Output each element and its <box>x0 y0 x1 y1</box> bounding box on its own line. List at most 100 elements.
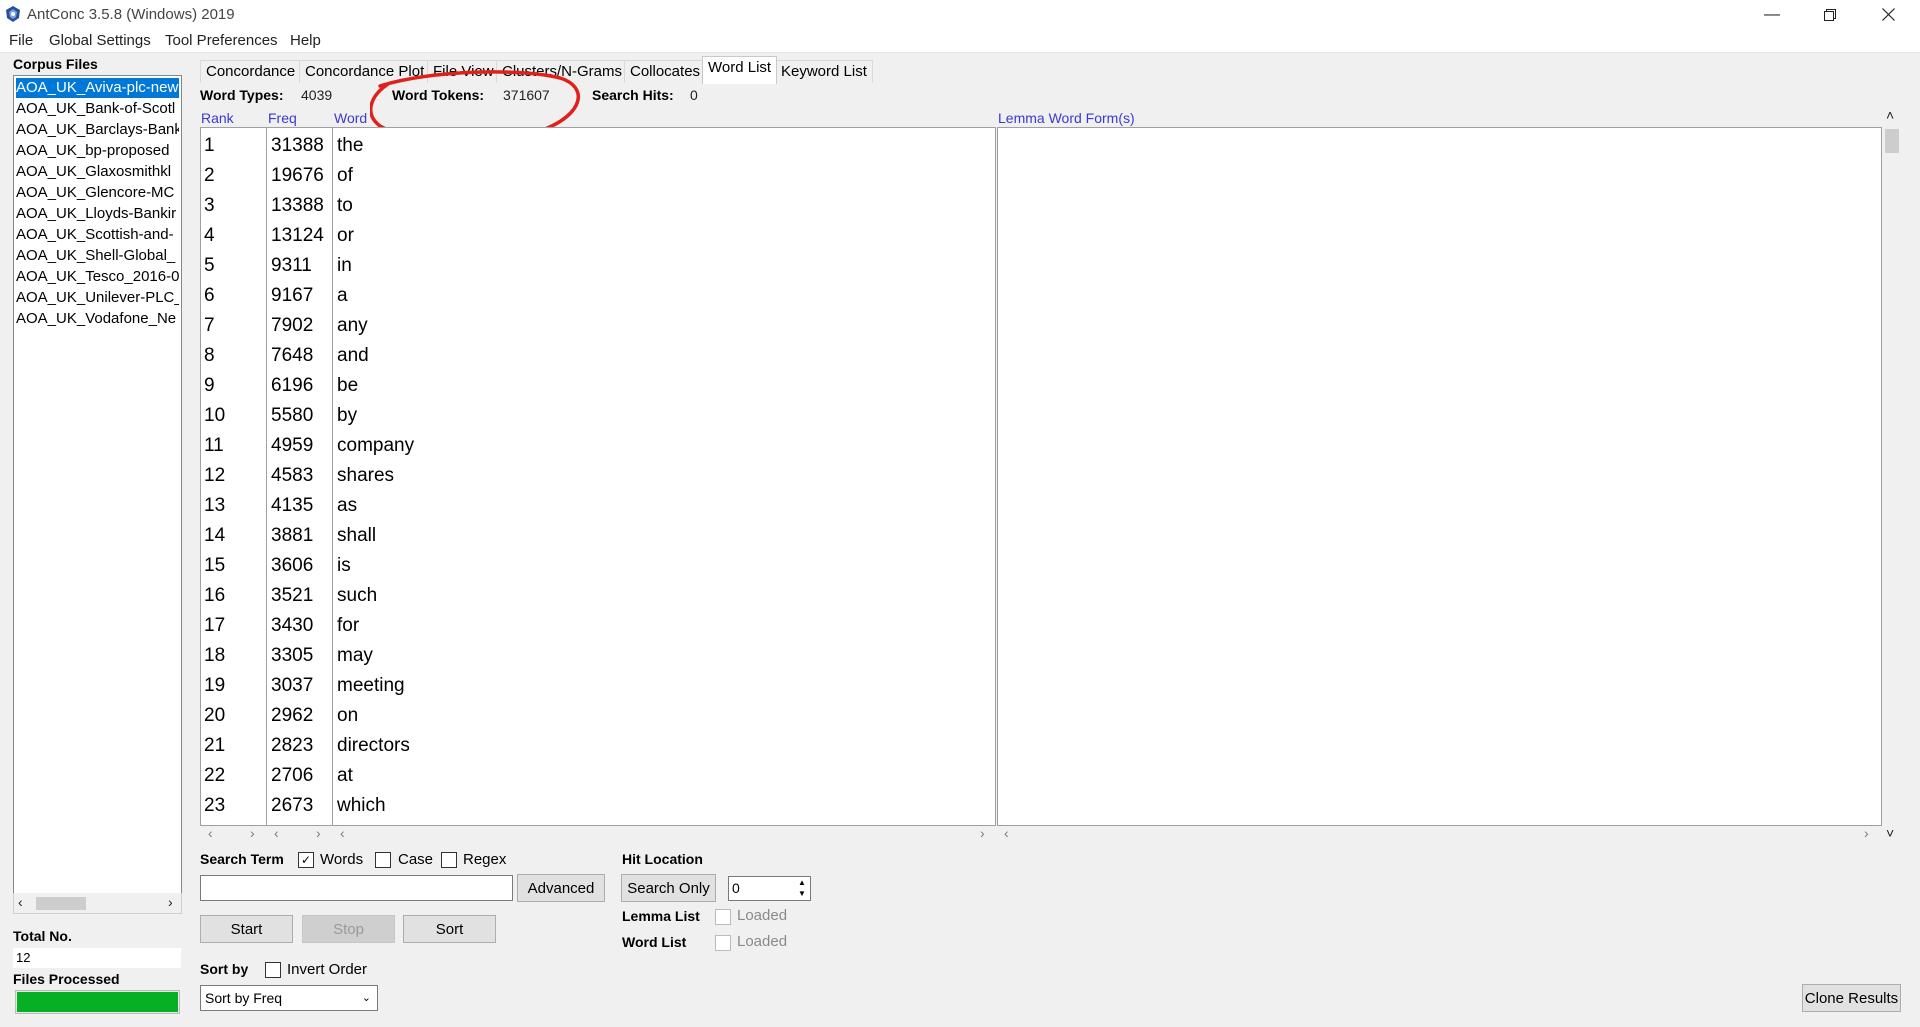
word-list-loaded-label: Loaded <box>737 933 788 950</box>
spin-up-icon[interactable]: ▲ <box>795 877 809 888</box>
search-term-input[interactable] <box>200 875 513 901</box>
lemma-scroll-left-icon[interactable]: ‹ <box>1004 825 1009 841</box>
clone-results-button[interactable]: Clone Results <box>1802 984 1901 1012</box>
word-list-row[interactable]: 9 6196 be <box>201 371 991 401</box>
word-list-word-cell: may <box>337 645 373 666</box>
word-list-row[interactable]: 19 3037 meeting <box>201 671 991 701</box>
restore-button[interactable] <box>1801 0 1859 29</box>
word-list-row[interactable]: 10 5580 by <box>201 401 991 431</box>
close-button[interactable] <box>1859 0 1917 29</box>
menu-help[interactable]: Help <box>290 32 321 49</box>
word-list-freq-cell: 7902 <box>271 315 314 336</box>
scroll-up-icon[interactable]: ˄ <box>1886 107 1894 123</box>
word-list-row[interactable]: 18 3305 may <box>201 641 991 671</box>
rank-scroll-right-icon[interactable]: › <box>250 825 255 841</box>
scroll-right-icon[interactable]: › <box>168 894 173 910</box>
word-list-freq-cell: 3037 <box>271 675 314 696</box>
freq-scroll-right-icon[interactable]: › <box>316 825 321 841</box>
search-only-button[interactable]: Search Only <box>621 874 716 902</box>
invert-order-checkbox[interactable] <box>265 962 281 978</box>
word-list-row[interactable]: 13 4135 as <box>201 491 991 521</box>
word-list-results[interactable]: 1 31388 the 2 19676 of 3 13388 to 4 13124 or 5 9311 in… <box>200 127 996 826</box>
tab-word-list[interactable]: Word List <box>702 56 778 84</box>
stop-button[interactable]: Stop <box>302 915 395 943</box>
hit-location-spinner[interactable]: ▲ ▼ <box>795 877 809 899</box>
word-list-row[interactable]: 7 7902 any <box>201 311 991 341</box>
lemma-list-loaded-checkbox[interactable] <box>715 909 731 925</box>
word-list-freq-cell: 19676 <box>271 165 324 186</box>
word-list-rank-cell: 4 <box>204 225 215 246</box>
corpus-file-item[interactable]: AOA_UK_Glencore-MC <box>16 183 179 203</box>
word-list-row[interactable]: 14 3881 shall <box>201 521 991 551</box>
case-checkbox[interactable] <box>375 852 391 868</box>
corpus-file-item[interactable]: AOA_UK_Vodafone_Ne <box>16 309 179 329</box>
scroll-left-icon[interactable]: ‹ <box>18 894 23 910</box>
corpus-file-item[interactable]: AOA_UK_Tesco_2016-0 <box>16 267 179 287</box>
word-scroll-left-icon[interactable]: ‹ <box>340 825 345 841</box>
tab-collocates[interactable]: Collocates <box>624 60 707 83</box>
word-list-row[interactable]: 8 7648 and <box>201 341 991 371</box>
word-list-row[interactable]: 2 19676 of <box>201 161 991 191</box>
invert-order-label: Invert Order <box>287 961 368 978</box>
word-list-row[interactable]: 15 3606 is <box>201 551 991 581</box>
corpus-file-item[interactable]: AOA_UK_Shell-Global_ <box>16 246 179 266</box>
word-list-row[interactable]: 11 4959 company <box>201 431 991 461</box>
lemma-column-header[interactable]: Lemma Word Form(s) <box>998 110 1135 126</box>
corpus-files-title: Corpus Files <box>13 56 98 72</box>
word-list-word-cell: directors <box>337 735 410 756</box>
freq-column-header[interactable]: Freq <box>268 110 297 126</box>
word-list-row[interactable]: 5 9311 in <box>201 251 991 281</box>
word-column-header[interactable]: Word <box>334 110 367 126</box>
lemma-scroll-right-icon[interactable]: › <box>1864 825 1869 841</box>
words-checkbox[interactable]: ✓ <box>298 852 314 868</box>
scroll-down-icon[interactable]: ˅ <box>1886 825 1894 841</box>
word-list-loaded-checkbox[interactable] <box>715 935 731 951</box>
sort-button[interactable]: Sort <box>403 915 496 943</box>
corpus-file-list[interactable]: AOA_UK_Aviva-plc-new AOA_UK_Bank-of-Scot… <box>13 75 182 895</box>
word-types-value: 4039 <box>301 87 333 103</box>
rank-scroll-left-icon[interactable]: ‹ <box>208 825 213 841</box>
menu-file[interactable]: File <box>9 32 33 49</box>
corpus-file-item[interactable]: AOA_UK_bp-proposed <box>16 141 179 161</box>
scrollbar-thumb[interactable] <box>1885 129 1899 153</box>
start-button[interactable]: Start <box>200 915 293 943</box>
word-list-row[interactable]: 20 2962 on <box>201 701 991 731</box>
word-list-row[interactable]: 3 13388 to <box>201 191 991 221</box>
word-list-row[interactable]: 21 2823 directors <box>201 731 991 761</box>
word-list-label: Word List <box>622 934 687 950</box>
corpus-file-item[interactable]: AOA_UK_Scottish-and- <box>16 225 179 245</box>
sort-by-select[interactable]: Sort by Freq ⌄ <box>200 985 378 1011</box>
menu-tool-preferences[interactable]: Tool Preferences <box>165 32 278 49</box>
tab-concordance[interactable]: Concordance <box>200 60 302 83</box>
results-horizontal-scrollbars[interactable]: ‹ › ‹ › ‹ › ‹ › <box>200 825 1880 843</box>
word-list-freq-cell: 4959 <box>271 435 314 456</box>
word-list-row[interactable]: 16 3521 such <box>201 581 991 611</box>
freq-scroll-left-icon[interactable]: ‹ <box>274 825 279 841</box>
corpus-file-item[interactable]: AOA_UK_Aviva-plc-new <box>16 78 179 98</box>
spin-down-icon[interactable]: ▼ <box>795 888 809 899</box>
minimize-button[interactable]: — <box>1743 0 1801 29</box>
corpus-file-item[interactable]: AOA_UK_Lloyds-Bankir <box>16 204 179 224</box>
word-list-row[interactable]: 6 9167 a <box>201 281 991 311</box>
lemma-word-forms-panel[interactable] <box>997 127 1882 826</box>
advanced-button[interactable]: Advanced <box>517 874 605 902</box>
word-scroll-right-icon[interactable]: › <box>980 825 985 841</box>
word-list-row[interactable]: 17 3430 for <box>201 611 991 641</box>
results-vertical-scrollbar[interactable]: ˄ ˅ <box>1882 107 1902 843</box>
rank-column-header[interactable]: Rank <box>201 110 234 126</box>
word-list-row[interactable]: 22 2706 at <box>201 761 991 791</box>
word-list-row[interactable]: 1 31388 the <box>201 131 991 161</box>
corpus-horizontal-scrollbar[interactable]: ‹ › <box>13 893 182 914</box>
corpus-file-item[interactable]: AOA_UK_Bank-of-Scotl <box>16 99 179 119</box>
menu-global-settings[interactable]: Global Settings <box>49 32 151 49</box>
corpus-file-item[interactable]: AOA_UK_Unilever-PLC_ <box>16 288 179 308</box>
corpus-file-item[interactable]: AOA_UK_Glaxosmithkl <box>16 162 179 182</box>
tab-keyword-list[interactable]: Keyword List <box>775 60 873 83</box>
word-list-row[interactable]: 4 13124 or <box>201 221 991 251</box>
word-list-row[interactable]: 12 4583 shares <box>201 461 991 491</box>
corpus-file-item[interactable]: AOA_UK_Barclays-Bank <box>16 120 179 140</box>
word-list-freq-cell: 4583 <box>271 465 314 486</box>
scrollbar-thumb[interactable] <box>36 897 86 910</box>
word-list-row[interactable]: 23 2673 which <box>201 791 991 821</box>
regex-checkbox[interactable] <box>441 852 457 868</box>
